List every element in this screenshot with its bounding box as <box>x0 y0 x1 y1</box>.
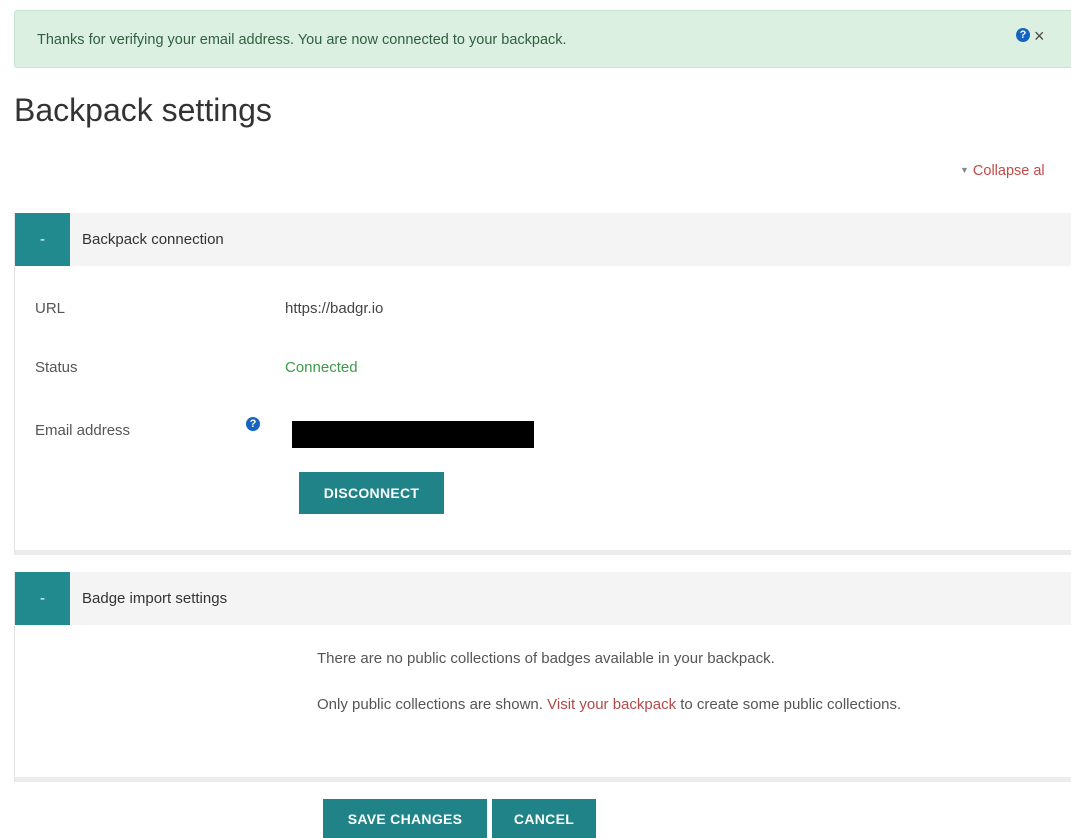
visit-backpack-link[interactable]: Visit your backpack <box>547 696 676 713</box>
section-divider <box>15 777 1071 782</box>
email-label: Email address <box>35 422 131 439</box>
badge-import-header[interactable]: - Badge import settings <box>15 572 1071 625</box>
success-alert: Thanks for verifying your email address.… <box>14 10 1071 68</box>
no-collections-text: There are no public collections of badge… <box>317 650 775 667</box>
section-legend: Badge import settings <box>82 590 228 607</box>
info-suffix: to create some public collections. <box>676 696 902 713</box>
backpack-connection-header[interactable]: - Backpack connection <box>15 213 1071 266</box>
section-divider <box>15 550 1071 555</box>
info-prefix: Only public collections are shown. <box>317 696 548 713</box>
alert-message: Thanks for verifying your email address.… <box>37 32 567 48</box>
collapse-all-link[interactable]: ▼ Collapse al <box>960 163 1045 179</box>
caret-down-icon: ▼ <box>960 165 969 175</box>
public-collections-info: Only public collections are shown. Visit… <box>317 696 901 713</box>
status-label: Status <box>35 359 78 376</box>
help-icon[interactable]: ? <box>246 417 260 431</box>
collapse-toggle-button[interactable]: - <box>15 572 70 625</box>
save-changes-button[interactable]: SAVE CHANGES <box>323 799 487 838</box>
url-value: https://badgr.io <box>285 300 384 317</box>
url-label: URL <box>35 300 66 317</box>
cancel-button[interactable]: CANCEL <box>492 799 596 838</box>
badge-import-section: - Badge import settings There are no pub… <box>14 572 1071 782</box>
backpack-connection-section: - Backpack connection URL https://badgr.… <box>14 213 1071 555</box>
disconnect-button[interactable]: DISCONNECT <box>299 472 444 514</box>
backpack-settings-page: Thanks for verifying your email address.… <box>0 0 1071 838</box>
page-title: Backpack settings <box>14 92 272 128</box>
help-icon[interactable]: ? <box>1016 28 1030 42</box>
section-legend: Backpack connection <box>82 231 224 248</box>
collapse-toggle-button[interactable]: - <box>15 213 70 266</box>
redacted-email-value <box>292 421 534 448</box>
status-value: Connected <box>285 359 358 376</box>
collapse-all-label: Collapse al <box>972 163 1045 179</box>
close-icon[interactable]: × <box>1034 27 1045 45</box>
